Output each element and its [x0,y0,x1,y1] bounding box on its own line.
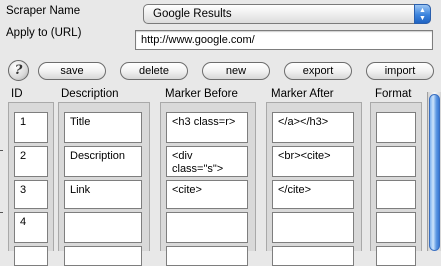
row-tick [0,150,3,151]
description-cell[interactable] [64,212,142,243]
column-header-format: Format [375,88,412,100]
format-cell[interactable] [376,180,416,209]
column-header-id: ID [11,88,23,100]
format-cell[interactable] [376,212,416,243]
vertical-scrollbar[interactable] [427,92,441,251]
id-cell[interactable]: 1 [14,112,48,143]
marker-after-cell[interactable]: </cite> [272,180,354,209]
new-button[interactable]: new [202,62,270,80]
description-cell[interactable] [64,246,142,266]
updown-arrows-icon[interactable]: ▲ ▼ [414,4,431,24]
column-header-marker-before: Marker Before [165,88,238,100]
format-cell[interactable] [376,112,416,143]
id-cell[interactable]: 2 [14,146,48,177]
format-cell[interactable] [376,146,416,177]
id-cell[interactable]: 4 [14,212,48,243]
delete-button[interactable]: delete [120,62,188,80]
row-tick [0,212,3,213]
description-cell[interactable]: Title [64,112,142,143]
marker-before-cell[interactable]: <div class="s"> [166,146,248,177]
marker-after-cell[interactable] [272,212,354,243]
scraper-name-label: Scraper Name [6,5,81,17]
export-button[interactable]: export [284,62,352,80]
description-cell[interactable]: Description [64,146,142,177]
url-input[interactable]: http://www.google.com/ [135,30,433,50]
apply-url-label: Apply to (URL) [6,27,82,39]
marker-after-cell[interactable] [272,246,354,266]
column-header-description: Description [61,88,119,100]
id-cell[interactable]: 3 [14,180,48,209]
id-cell[interactable] [14,246,48,266]
column-header-marker-after: Marker After [271,88,334,100]
marker-before-cell[interactable] [166,212,248,243]
scraper-name-value: Google Results [153,8,232,20]
help-icon[interactable]: ? [8,60,29,81]
marker-before-cell[interactable] [166,246,248,266]
marker-before-cell[interactable]: <h3 class=r> [166,112,248,143]
format-cell[interactable] [376,246,416,266]
marker-after-cell[interactable]: <br><cite> [272,146,354,177]
save-button[interactable]: save [38,62,106,80]
description-cell[interactable]: Link [64,180,142,209]
marker-before-cell[interactable]: <cite> [166,180,248,209]
scraper-name-select[interactable]: Google Results ▲ ▼ [143,4,431,24]
import-button[interactable]: import [366,62,434,80]
scrollbar-thumb[interactable] [429,94,440,251]
marker-after-cell[interactable]: </a></h3> [272,112,354,143]
